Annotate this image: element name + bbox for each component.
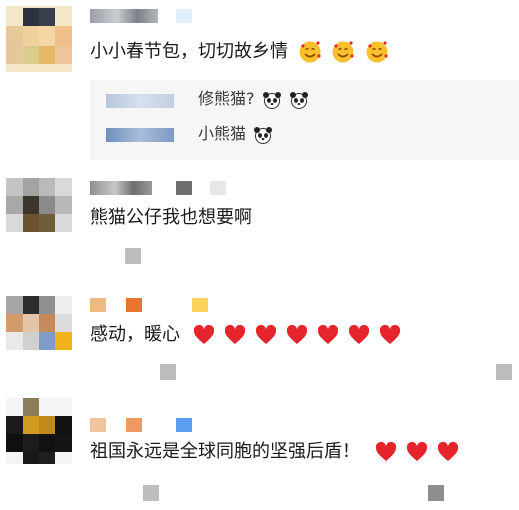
more-icon[interactable] <box>496 364 512 380</box>
avatar[interactable] <box>6 178 72 232</box>
red-heart-icon <box>256 325 277 344</box>
smiling-face-with-hearts-icon <box>332 41 355 63</box>
username[interactable] <box>90 418 106 432</box>
more-icon[interactable] <box>428 485 444 501</box>
comment-text: 祖国永远是全球同胞的坚强后盾！ <box>90 440 468 464</box>
comment-text: 熊猫公仔我也想要啊 <box>90 206 252 230</box>
comment-content: 感动，暖心 <box>90 324 180 345</box>
reply-item[interactable]: 小熊猫 <box>198 123 273 145</box>
user-badge-icon <box>210 181 226 195</box>
smiling-face-with-hearts-icon <box>299 41 321 63</box>
username[interactable] <box>126 418 142 432</box>
reply-list: 修熊猫? 小熊猫 <box>90 80 519 160</box>
panda-face-icon <box>289 91 308 109</box>
like-icon[interactable] <box>125 248 141 264</box>
red-heart-icon <box>349 325 370 344</box>
comment-content: 祖国永远是全球同胞的坚强后盾！ <box>90 441 360 462</box>
red-heart-icon <box>194 325 215 344</box>
reply-content: 小熊猫 <box>198 124 247 143</box>
reply-username[interactable] <box>106 94 174 108</box>
comment-text: 感动，暖心 <box>90 323 410 347</box>
like-icon[interactable] <box>160 364 176 380</box>
red-heart-icon <box>287 325 308 344</box>
comment-content: 小小春节包，切切故乡情 <box>90 41 288 62</box>
username[interactable] <box>90 298 106 312</box>
red-heart-icon <box>376 442 397 461</box>
reply-username[interactable] <box>106 128 174 142</box>
avatar[interactable] <box>6 296 72 350</box>
panda-face-icon <box>254 126 273 144</box>
red-heart-icon <box>380 325 401 344</box>
red-heart-icon <box>407 442 428 461</box>
user-badge-icon <box>192 298 208 312</box>
reply-item[interactable]: 修熊猫? <box>198 88 309 110</box>
user-badge-icon <box>176 418 192 432</box>
username[interactable] <box>90 181 152 195</box>
red-heart-icon <box>318 325 339 344</box>
red-heart-icon <box>438 442 459 461</box>
avatar[interactable] <box>6 398 72 464</box>
username[interactable] <box>126 298 142 312</box>
user-badge-icon <box>176 9 192 23</box>
username[interactable] <box>90 9 158 23</box>
comment-content: 熊猫公仔我也想要啊 <box>90 207 252 228</box>
like-icon[interactable] <box>143 485 159 501</box>
smiling-face-with-hearts-icon <box>366 41 389 63</box>
red-heart-icon <box>225 325 246 344</box>
user-badge-icon <box>176 181 192 195</box>
reply-content: 修熊猫? <box>198 89 255 108</box>
comment-text: 小小春节包，切切故乡情 <box>90 40 389 64</box>
panda-face-icon <box>262 91 281 109</box>
avatar[interactable] <box>6 6 72 72</box>
